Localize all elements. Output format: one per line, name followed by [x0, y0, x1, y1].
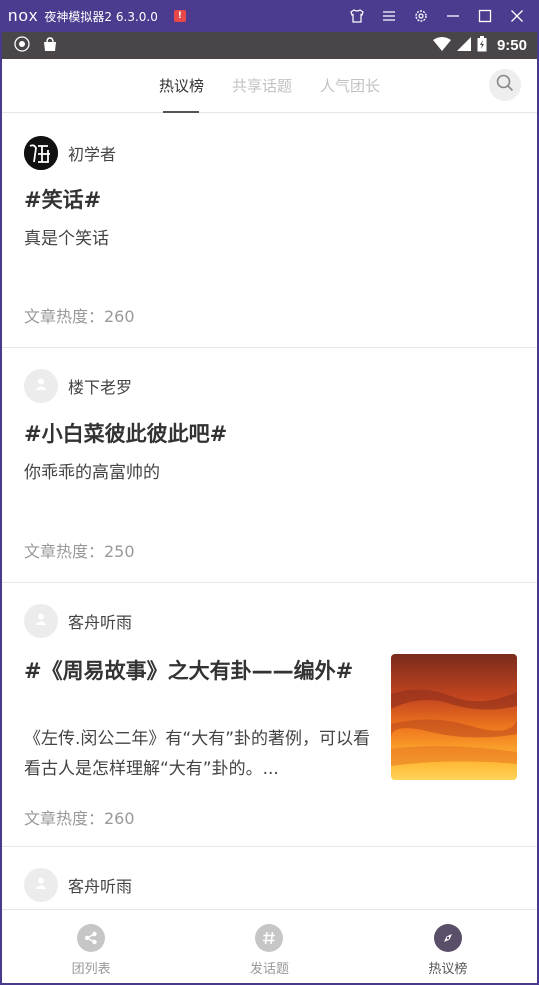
person-icon — [33, 376, 49, 396]
post-description[interactable]: 你乖乖的高富帅的 — [24, 458, 160, 488]
battery-icon — [477, 35, 487, 56]
phone-screen: 9:50 热议榜 共享话题 人气团长 初学者 #笑话# 真是个笑话 文章热度：2… — [2, 32, 537, 983]
emulator-window-controls — [341, 0, 533, 32]
author-name[interactable]: 初学者 — [68, 141, 116, 165]
android-status-bar: 9:50 — [2, 32, 537, 59]
nav-post-topic[interactable]: 发话题 — [180, 910, 358, 983]
avatar[interactable] — [24, 604, 58, 638]
nav-label: 发话题 — [249, 962, 289, 977]
signal-icon — [456, 36, 471, 55]
author-row: 客舟听雨 — [24, 603, 132, 639]
post-feed[interactable]: 初学者 #笑话# 真是个笑话 文章热度：260 楼下老罗 #小白菜彼此彼此吧# … — [2, 113, 537, 909]
post-heat: 文章热度：260 — [24, 809, 135, 828]
nav-label: 团列表 — [71, 962, 111, 977]
post-card[interactable]: 客舟听雨 #《周易故事》之大有卦——编外# 《左传.闵公二年》有“大有”卦的著例… — [2, 583, 537, 847]
share-icon — [77, 924, 106, 952]
close-icon[interactable] — [501, 0, 533, 32]
tab-shared-topics[interactable]: 共享话题 — [232, 59, 292, 113]
person-icon — [33, 611, 49, 631]
search-icon — [496, 74, 514, 96]
warning-badge[interactable]: ! — [173, 10, 186, 22]
emulator-title-bar: nox 夜神模拟器2 6.3.0.0 ! — [0, 0, 539, 32]
tab-hot-discussion[interactable]: 热议榜 — [159, 59, 204, 113]
compass-icon — [433, 924, 462, 952]
author-name[interactable]: 客舟听雨 — [68, 873, 132, 897]
nav-label: 热议榜 — [428, 962, 468, 977]
nox-app-icon — [14, 35, 30, 56]
avatar[interactable] — [24, 136, 58, 170]
nav-group-list[interactable]: 团列表 — [2, 910, 180, 983]
nav-hot-discussion[interactable]: 热议榜 — [359, 910, 537, 983]
status-time: 9:50 — [496, 37, 527, 54]
post-title[interactable]: #小白菜彼此彼此吧# — [24, 419, 227, 450]
hashtag-icon — [255, 924, 284, 952]
post-card[interactable]: 楼下老罗 #小白菜彼此彼此吧# 你乖乖的高富帅的 文章热度：250 — [2, 348, 537, 583]
post-card[interactable]: 初学者 #笑话# 真是个笑话 文章热度：260 — [2, 113, 537, 348]
post-heat: 文章热度：250 — [24, 542, 135, 561]
gear-icon[interactable] — [405, 0, 437, 32]
bottom-nav: 团列表 发话题 热议榜 — [2, 909, 537, 983]
top-tab-bar: 热议榜 共享话题 人气团长 — [2, 59, 537, 113]
nox-logo: nox — [8, 6, 39, 25]
minimize-icon[interactable] — [437, 0, 469, 32]
author-row: 楼下老罗 — [24, 368, 132, 404]
wifi-icon — [432, 36, 451, 55]
author-name[interactable]: 楼下老罗 — [68, 374, 132, 398]
post-card[interactable]: 客舟听雨 — [2, 847, 537, 909]
author-row: 初学者 — [24, 135, 116, 171]
search-button[interactable] — [489, 69, 521, 101]
avatar[interactable] — [24, 868, 58, 902]
shirt-icon[interactable] — [341, 0, 373, 32]
author-row: 客舟听雨 — [24, 867, 132, 903]
person-icon — [33, 875, 49, 895]
menu-icon[interactable] — [373, 0, 405, 32]
tab-popular-leaders[interactable]: 人气团长 — [320, 59, 380, 113]
post-description[interactable]: 《左传.闵公二年》有“大有”卦的著例，可以看看古人是怎样理解“大有”卦的。... — [24, 724, 376, 784]
post-title[interactable]: #笑话# — [24, 185, 101, 216]
avatar[interactable] — [24, 369, 58, 403]
post-title[interactable]: #《周易故事》之大有卦——编外# — [24, 656, 364, 687]
author-name[interactable]: 客舟听雨 — [68, 609, 132, 633]
emulator-title: 夜神模拟器2 6.3.0.0 — [44, 9, 158, 24]
maximize-icon[interactable] — [469, 0, 501, 32]
post-thumbnail[interactable] — [391, 654, 517, 780]
post-heat: 文章热度：260 — [24, 307, 135, 326]
shopping-bag-icon — [42, 36, 58, 56]
post-description[interactable]: 真是个笑话 — [24, 224, 109, 254]
